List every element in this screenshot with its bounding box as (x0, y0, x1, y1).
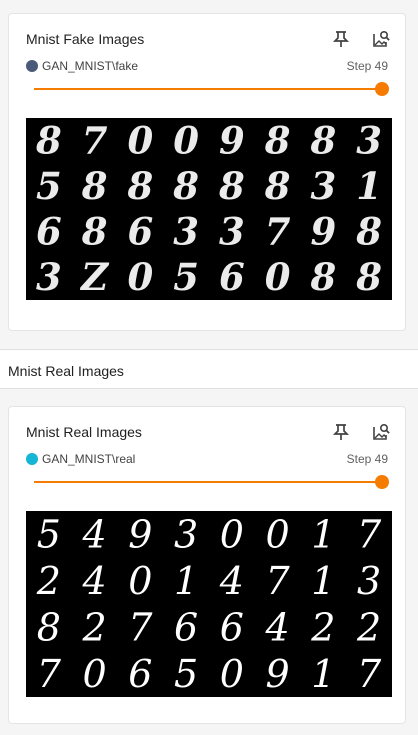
digit-cell: 4 (265, 605, 290, 649)
digit-cell: 0 (128, 559, 152, 603)
slider-track (34, 481, 382, 483)
digit-cell: 8 (310, 118, 337, 162)
digit-cell: 8 (218, 164, 245, 208)
digit-cell: 1 (311, 512, 335, 556)
digit-cell: 0 (265, 255, 291, 299)
digit-cell: 4 (82, 559, 107, 603)
card-title: Mnist Fake Images (26, 31, 145, 47)
digit-cell: 0 (128, 255, 154, 299)
run-name: GAN_MNIST\fake (42, 59, 139, 73)
digit-cell: 9 (311, 209, 337, 253)
digit-cell: 8 (37, 605, 61, 649)
run-row: GAN_MNIST\fake Step 49 (26, 59, 388, 73)
digit-cell: 1 (174, 559, 198, 603)
digit-cell: 3 (36, 255, 62, 299)
generated-image[interactable]: 8700988358888831686337983Z056088 (26, 118, 392, 300)
section-title: Mnist Real Images (8, 363, 124, 379)
pin-icon[interactable] (331, 29, 351, 49)
digit-cell: 8 (127, 164, 154, 208)
slider-thumb[interactable] (375, 475, 389, 489)
digit-cell: 1 (356, 164, 382, 208)
step-slider[interactable] (34, 475, 389, 489)
digit-cell: 2 (310, 605, 335, 649)
step-label: Step 49 (346, 59, 388, 73)
digit-cell: 5 (174, 652, 198, 696)
digit-cell: 2 (82, 605, 107, 649)
run-row: GAN_MNIST\real Step 49 (26, 452, 388, 466)
slider-track (34, 88, 382, 90)
digit-cell: 8 (35, 118, 62, 162)
step-slider[interactable] (34, 82, 389, 96)
digit-cell: 7 (357, 512, 382, 556)
pin-icon[interactable] (331, 422, 351, 442)
digit-cell: 2 (36, 559, 61, 603)
section-header[interactable]: Mnist Real Images (0, 349, 418, 389)
digit-cell: 4 (82, 512, 107, 556)
digit-cell: 6 (220, 605, 244, 649)
digit-cell: 6 (128, 209, 154, 253)
digit-cell: 8 (355, 255, 382, 299)
digit-cell: 6 (219, 255, 245, 299)
digit-cell: 6 (174, 605, 198, 649)
step-label: Step 49 (346, 452, 388, 466)
digit-cell: 3 (173, 209, 199, 253)
digit-cell: 8 (172, 164, 199, 208)
digit-cell: 0 (128, 118, 154, 162)
digit-cell: 0 (220, 512, 244, 556)
digit-cell: 9 (219, 118, 245, 162)
digit-cell: 3 (356, 118, 382, 162)
digit-cell: 2 (356, 605, 381, 649)
image-search-icon[interactable] (371, 29, 391, 49)
digit-cell: Z (79, 255, 110, 299)
digit-cell: 0 (173, 118, 199, 162)
digit-cell: 7 (265, 209, 291, 253)
image-search-icon[interactable] (371, 422, 391, 442)
slider-thumb[interactable] (375, 82, 389, 96)
digit-cell: 3 (357, 559, 381, 603)
digit-cell: 0 (266, 512, 290, 556)
digit-grid-fake: 8 7 0 0 9 8 8 35 8 8 8 8 8 3 16 8 6 3 3 7 9 83 Z 0 5 6 0 8 8 (35, 118, 382, 299)
digit-cell: 8 (310, 255, 337, 299)
fake-images-card: Mnist Fake Images GAN_MNIST\fake Step 49… (8, 13, 406, 331)
digit-grid-real: 5 4 9 3 0 0 1 72 4 0 1 4 7 1 38 2 7 6 6 4 2 27 0 6 5 0 9 1 7 (36, 512, 382, 696)
digit-cell: 1 (311, 559, 335, 603)
digit-cell: 4 (219, 559, 244, 603)
digit-cell: 1 (311, 652, 335, 696)
digit-cell: 7 (37, 652, 62, 696)
digit-cell: 7 (266, 559, 291, 603)
digit-cell: 8 (264, 164, 291, 208)
digit-cell: 0 (220, 652, 244, 696)
digit-cell: 6 (36, 209, 62, 253)
digit-cell: 5 (173, 255, 199, 299)
digit-cell: 0 (83, 652, 107, 696)
digit-cell: 3 (219, 209, 245, 253)
digit-cell: 5 (37, 512, 61, 556)
digit-cell: 3 (311, 164, 337, 208)
digit-cell: 7 (128, 605, 153, 649)
digit-cell: 6 (128, 652, 152, 696)
digit-cell: 8 (81, 164, 108, 208)
digit-cell: 9 (266, 652, 290, 696)
digit-cell: 8 (264, 118, 291, 162)
run-name: GAN_MNIST\real (42, 452, 136, 466)
run-color-dot (26, 453, 38, 465)
digit-cell: 8 (81, 209, 108, 253)
digit-cell: 5 (36, 164, 62, 208)
real-images-card: Mnist Real Images GAN_MNIST\real Step 49… (8, 406, 406, 724)
digit-cell: 3 (174, 512, 198, 556)
real-image[interactable]: 54930017240147138276642270650917 (26, 511, 392, 697)
digit-cell: 8 (355, 209, 382, 253)
run-color-dot (26, 60, 38, 72)
digit-cell: 7 (357, 652, 382, 696)
digit-cell: 7 (82, 118, 108, 162)
digit-cell: 9 (128, 512, 152, 556)
card-title: Mnist Real Images (26, 424, 142, 440)
